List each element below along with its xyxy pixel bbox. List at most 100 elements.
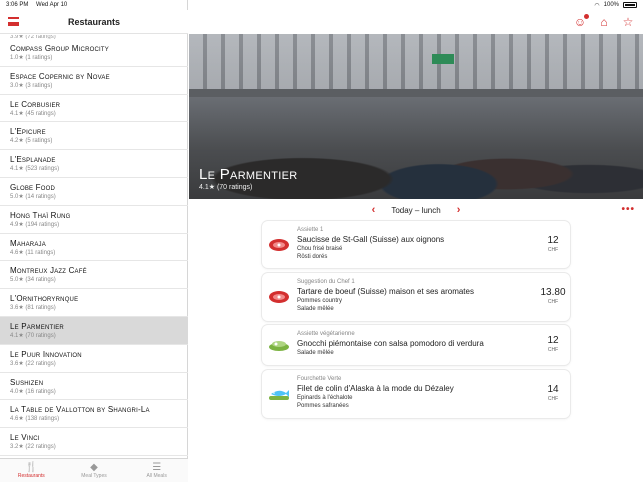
- tab-restaurants[interactable]: 🍴 Restaurants: [0, 459, 63, 482]
- restaurant-list-rating: 4.1★ (523 ratings): [10, 166, 60, 173]
- photo-exit-sign: [432, 54, 454, 64]
- meal-card[interactable]: Assiette végétarienne Gnocchi piémontaise…: [262, 325, 570, 365]
- list-item[interactable]: L'Ornithoryrnque 3.6★ (81 ratings): [0, 289, 188, 317]
- status-bar: 3:06 PM Wed Apr 10 ◠ 100%: [0, 0, 643, 10]
- price-currency: CHF: [547, 396, 559, 402]
- wifi-icon: ◠: [594, 2, 600, 9]
- photo-beam: [189, 89, 643, 97]
- meal-side-dish: Salade mêlée: [297, 306, 334, 312]
- list-item[interactable]: Maharaja 4.6★ (11 ratings): [0, 234, 188, 262]
- list-item[interactable]: Le Parmentier 4.1★ (70 ratings): [0, 316, 188, 345]
- list-item[interactable]: Espace Copernic by Novae 3.0★ (3 ratings): [0, 67, 188, 95]
- meal-price: 14 CHF: [536, 384, 570, 403]
- list-item[interactable]: Sushizen 4.0★ (16 ratings): [0, 373, 188, 401]
- meal-side-dish: Pommes country: [297, 298, 343, 304]
- previous-day-button[interactable]: ‹: [372, 203, 376, 217]
- meat-icon: [268, 290, 290, 304]
- list-item[interactable]: La Table de Vallotton by Shangri-La 4.6★ …: [0, 400, 188, 429]
- meal-category: Assiette 1: [297, 227, 324, 233]
- meal-price: 12 CHF: [536, 335, 570, 354]
- meal-details: Assiette 1 Saucisse de St-Gall (Suisse) a…: [297, 226, 527, 261]
- list-icon: ☰: [152, 462, 162, 473]
- photo-diners: [189, 99, 643, 199]
- photo-skylight: [189, 34, 643, 94]
- meal-price: 12 CHF: [536, 235, 570, 254]
- day-meal-label: Today – lunch: [391, 205, 441, 215]
- restaurant-list-rating: 1.0★ (1 ratings): [10, 55, 53, 61]
- status-right: ◠ 100%: [594, 2, 637, 9]
- next-day-button[interactable]: ›: [457, 203, 461, 217]
- meal-name: Filet de colin d'Alaska à la mode du Déz…: [297, 384, 454, 393]
- price-amount: 14: [547, 384, 559, 395]
- list-item[interactable]: Compass Group Microcity 1.0★ (1 ratings): [0, 39, 188, 67]
- list-item[interactable]: L'Esplanade 4.1★ (523 ratings): [0, 150, 188, 178]
- map-pin-button[interactable]: ⌂: [597, 15, 611, 29]
- restaurant-list-rating: 5.0★ (14 ratings): [10, 193, 56, 200]
- feedback-button[interactable]: ☺: [573, 14, 589, 29]
- meal-name: Gnocchi piémontaise con salsa pomodoro d…: [297, 339, 484, 348]
- list-item[interactable]: Montreux Jazz Café 5.0★ (34 ratings): [0, 261, 188, 290]
- price-amount: 13.80: [540, 287, 566, 298]
- restaurant-list-rating: 4.9★ (194 ratings): [10, 221, 60, 228]
- list-item[interactable]: Le Vinci 3.2★ (22 ratings): [0, 428, 188, 456]
- tab-meal-types[interactable]: ◆ Meal Types: [63, 459, 126, 482]
- restaurant-list-rating: 3.0★ (3 ratings): [10, 82, 53, 89]
- battery-percent: 100%: [603, 2, 619, 8]
- meal-card[interactable]: Suggestion du Chef 1 Tartare de boeuf (Su…: [262, 273, 570, 321]
- favorite-button[interactable]: ☆: [621, 15, 635, 29]
- restaurant-detail: ☺ ⌂ ☆ Le Parmentier 4.1★ (70 ratings) ‹ …: [189, 0, 643, 482]
- restaurant-list-rating: 4.1★ (70 ratings): [10, 332, 56, 339]
- list-item[interactable]: Le Puur Innovation 3.6★ (22 ratings): [0, 345, 188, 373]
- meal-details: Fourchette Verte Filet de colin d'Alaska …: [297, 375, 527, 410]
- price-amount: 12: [547, 335, 559, 346]
- restaurant-sidebar: Restaurants 3.9★ (72 ratings) Compass Gr…: [0, 0, 188, 482]
- meal-side-dish: Rösti dorés: [297, 254, 328, 260]
- meal-card[interactable]: Assiette 1 Saucisse de St-Gall (Suisse) a…: [262, 221, 570, 268]
- meal-category: Suggestion du Chef 1: [297, 279, 355, 285]
- tab-all-meals[interactable]: ☰ All Meals: [125, 459, 188, 482]
- restaurant-list-name: Compass Group Microcity: [10, 44, 109, 53]
- more-options-icon[interactable]: •••: [621, 203, 635, 217]
- restaurant-list-name: Maharaja: [10, 238, 46, 248]
- restaurant-list-name: La Table de Vallotton by Shangri-La: [10, 405, 150, 415]
- fish-icon: [268, 387, 290, 401]
- meat-icon: [268, 238, 290, 252]
- meal-side-dish: Pommes safranées: [297, 403, 349, 409]
- meal-name: Tartare de boeuf (Suisse) maison et ses …: [297, 287, 474, 296]
- fork-knife-icon: 🍴: [25, 462, 38, 473]
- restaurant-list-name: Montreux Jazz Café: [10, 266, 87, 276]
- restaurant-list-name: Le Parmentier: [10, 321, 64, 331]
- list-item[interactable]: Le Corbusier 4.1★ (45 ratings): [0, 95, 188, 123]
- price-currency: CHF: [547, 347, 559, 353]
- notification-badge: [584, 14, 589, 19]
- restaurant-list[interactable]: 3.9★ (72 ratings) Compass Group Microcit…: [0, 35, 188, 458]
- restaurant-list-rating: 3.2★ (22 ratings): [10, 444, 56, 451]
- tag-icon: ◆: [90, 462, 98, 473]
- restaurant-list-name: Espace Copernic by Novae: [10, 71, 110, 81]
- list-item[interactable]: Hong Thaï Rung 4.9★ (194 ratings): [0, 206, 188, 234]
- status-time: 3:06 PM: [6, 2, 29, 8]
- meal-side-dish: Salade mêlée: [297, 350, 334, 356]
- restaurant-photo: Le Parmentier 4.1★ (70 ratings): [189, 34, 643, 199]
- tab-label: Meal Types: [81, 473, 107, 479]
- star-icon: ☆: [622, 15, 634, 29]
- restaurant-list-rating: 4.1★ (45 ratings): [10, 110, 56, 117]
- list-item[interactable]: Globe Food 5.0★ (14 ratings): [0, 178, 188, 206]
- detail-toolbar: ☺ ⌂ ☆: [189, 10, 643, 34]
- price-currency: CHF: [547, 299, 559, 305]
- restaurant-list-rating: 3.6★ (22 ratings): [10, 360, 56, 367]
- restaurant-list-rating: 4.2★ (5 ratings): [10, 138, 53, 145]
- restaurant-list-name: Le Puur Innovation: [10, 349, 82, 359]
- restaurant-list-name: Sushizen: [10, 377, 44, 387]
- battery-icon: [623, 2, 637, 8]
- restaurant-list-rating: 4.6★ (138 ratings): [10, 416, 60, 423]
- meal-details: Assiette végétarienne Gnocchi piémontaise…: [297, 330, 527, 357]
- meal-card[interactable]: Fourchette Verte Filet de colin d'Alaska …: [262, 370, 570, 418]
- list-item[interactable]: L'Epicure 4.2★ (5 ratings): [0, 122, 188, 151]
- hamburger-menu-icon[interactable]: [8, 17, 19, 26]
- tab-bar: 🍴 Restaurants ◆ Meal Types ☰ All Meals: [0, 458, 188, 482]
- price-currency: CHF: [547, 247, 559, 253]
- restaurant-list-name: Le Vinci: [10, 433, 40, 443]
- meal-category: Assiette végétarienne: [297, 331, 355, 337]
- sidebar-title: Restaurants: [67, 16, 121, 27]
